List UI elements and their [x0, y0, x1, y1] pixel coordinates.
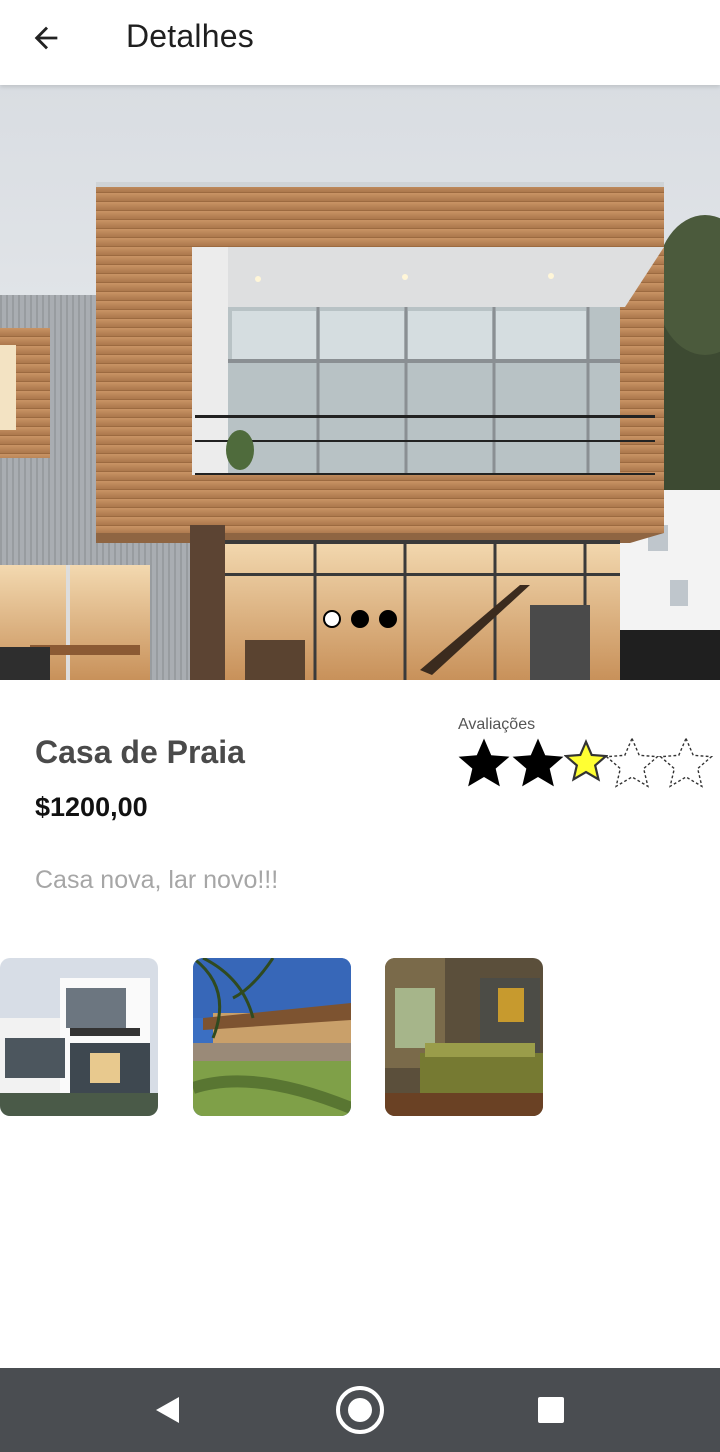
rating-bar[interactable] [456, 735, 716, 791]
nav-back-icon [156, 1397, 179, 1423]
modern-house-photo [0, 85, 720, 680]
bedroom-interior-thumbnail [385, 958, 543, 1116]
back-button[interactable] [20, 14, 72, 62]
property-description: Casa nova, lar novo!!! [35, 866, 279, 894]
star-filled-icon[interactable] [510, 735, 566, 791]
carousel-dot-2[interactable] [351, 610, 369, 628]
star-half-icon[interactable] [564, 739, 608, 783]
app-screen: Detalhes Casa de Praia $1200,00 Casa nov… [0, 0, 720, 1452]
arrow-left-icon [34, 26, 58, 50]
star-filled-icon[interactable] [456, 735, 512, 791]
thumbnail-gallery [0, 958, 720, 1116]
thumbnail-2[interactable] [193, 958, 351, 1116]
page-title: Detalhes [126, 18, 254, 54]
nav-home-icon [336, 1386, 384, 1434]
white-modern-house-thumbnail [0, 958, 158, 1116]
thumbnail-1[interactable] [0, 958, 158, 1116]
carousel-dot-3[interactable] [379, 610, 397, 628]
property-price: $1200,00 [35, 792, 148, 822]
nav-recents-icon [538, 1397, 564, 1423]
nav-recents-button[interactable] [523, 1382, 579, 1438]
property-title: Casa de Praia [35, 734, 245, 770]
top-app-bar: Detalhes [0, 0, 720, 85]
star-empty-icon[interactable] [658, 735, 714, 791]
system-navigation-bar [0, 1368, 720, 1452]
thumbnail-3[interactable] [385, 958, 543, 1116]
rating-label: Avaliações [458, 716, 536, 733]
star-empty-icon[interactable] [604, 735, 660, 791]
beach-house-palm-thumbnail [193, 958, 351, 1116]
nav-home-button[interactable] [332, 1382, 388, 1438]
carousel-indicators [0, 610, 720, 632]
hero-image-carousel[interactable] [0, 85, 720, 680]
nav-back-button[interactable] [139, 1382, 195, 1438]
carousel-dot-1[interactable] [323, 610, 341, 628]
